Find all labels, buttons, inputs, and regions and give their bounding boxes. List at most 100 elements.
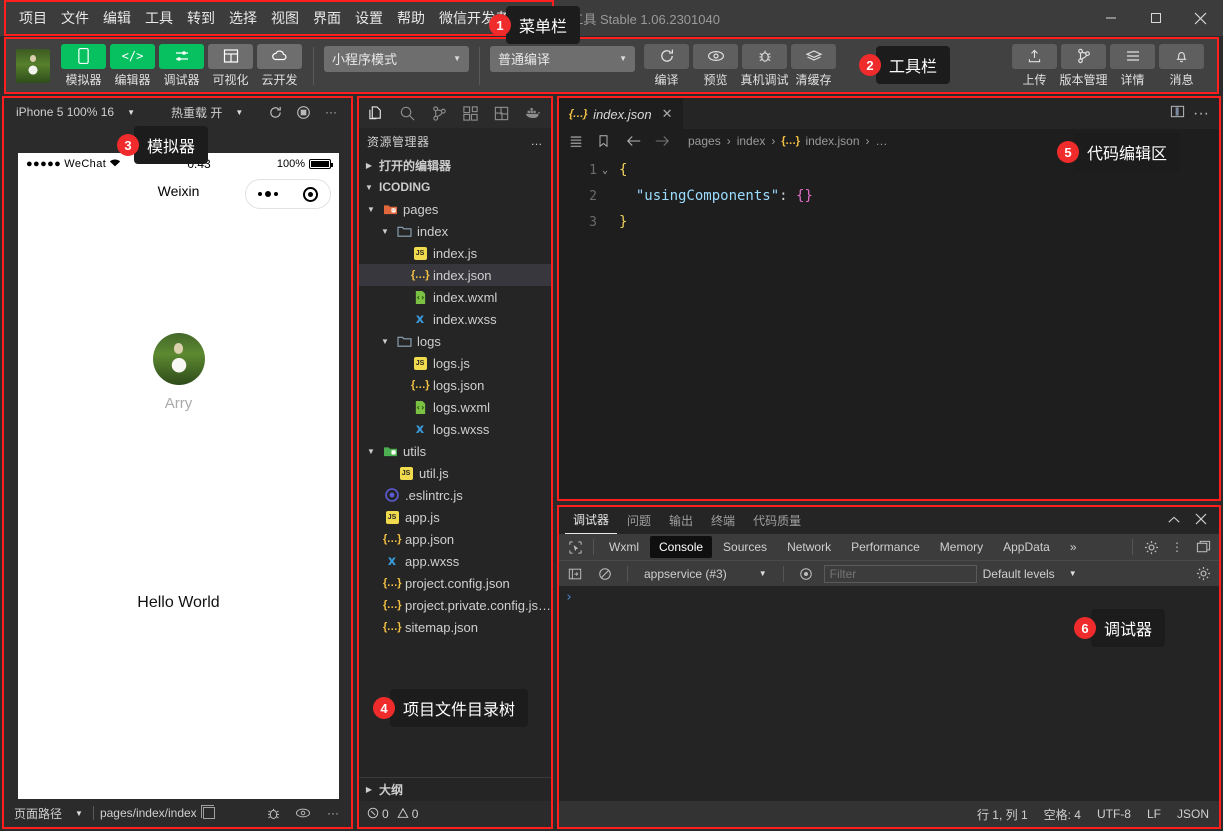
toolbar-action-真机调试[interactable]: 真机调试 — [741, 44, 788, 88]
devtools-overflow[interactable]: » — [1061, 536, 1086, 558]
hot-reload-toggle[interactable]: 热重载 开 ▼ — [167, 102, 247, 123]
devtools-tab-memory[interactable]: Memory — [931, 536, 992, 558]
tree-file-index.wxss[interactable]: xindex.wxss — [359, 308, 551, 330]
tree-file-util.js[interactable]: JSutil.js — [359, 462, 551, 484]
tree-file-app.wxss[interactable]: xapp.wxss — [359, 550, 551, 572]
compile-select[interactable]: 普通编译 ▼ — [490, 46, 635, 72]
source-control-icon[interactable] — [424, 99, 455, 127]
devtools-tab-wxml[interactable]: Wxml — [600, 536, 648, 558]
toolbar-button-模拟器[interactable]: 模拟器 — [60, 44, 107, 88]
status-item[interactable]: UTF-8 — [1097, 807, 1131, 821]
menu-item-4[interactable]: 转到 — [180, 7, 222, 29]
menu-item-8[interactable]: 设置 — [348, 7, 390, 29]
project-root-section[interactable]: ▼ ICODING — [359, 176, 551, 198]
tree-file-index.json[interactable]: {…}index.json — [359, 264, 551, 286]
close-icon[interactable] — [1195, 513, 1207, 528]
error-count[interactable]: 0 — [367, 807, 389, 822]
breadcrumb-index[interactable]: index — [737, 134, 766, 148]
tree-file-index.wxml[interactable]: index.wxml — [359, 286, 551, 308]
toolbar-right-版本管理[interactable]: 版本管理 — [1060, 44, 1107, 88]
tree-file-app.js[interactable]: JSapp.js — [359, 506, 551, 528]
tree-folder-logs[interactable]: ▼logs — [359, 330, 551, 352]
maximize-button[interactable] — [1133, 0, 1178, 36]
close-button[interactable] — [1178, 0, 1223, 36]
menu-item-5[interactable]: 选择 — [222, 7, 264, 29]
record-icon[interactable] — [291, 101, 315, 123]
panel-tab-调试器[interactable]: 调试器 — [565, 507, 617, 534]
extensions-icon[interactable] — [455, 99, 486, 127]
devtools-tab-performance[interactable]: Performance — [842, 536, 929, 558]
list-icon[interactable] — [569, 134, 583, 148]
gear-icon[interactable] — [1139, 536, 1163, 558]
editor-tab-index-json[interactable]: {…} index.json ✕ — [559, 98, 683, 129]
explorer-more-icon[interactable]: … — [531, 134, 544, 148]
more-icon[interactable]: ··· — [321, 802, 345, 824]
device-select[interactable]: iPhone 5 100% 16 ▼ — [12, 103, 139, 121]
devtools-tab-sources[interactable]: Sources — [714, 536, 776, 558]
status-item[interactable]: LF — [1147, 807, 1161, 821]
menu-item-3[interactable]: 工具 — [138, 7, 180, 29]
tree-folder-pages[interactable]: ▼Ppages — [359, 198, 551, 220]
bug-icon[interactable] — [261, 802, 285, 824]
eye-icon[interactable] — [794, 563, 818, 585]
dock-icon[interactable] — [1191, 536, 1215, 558]
project-avatar[interactable] — [16, 49, 50, 83]
tree-folder-index[interactable]: ▼index — [359, 220, 551, 242]
tree-file-sitemap.json[interactable]: {…}sitemap.json — [359, 616, 551, 638]
toolbar-button-可视化[interactable]: 可视化 — [207, 44, 254, 88]
menu-item-7[interactable]: 界面 — [306, 7, 348, 29]
panel-tab-输出[interactable]: 输出 — [661, 508, 701, 534]
more-icon[interactable]: ··· — [1193, 105, 1209, 123]
tree-file-project.private.config.js…[interactable]: {…}project.private.config.js… — [359, 594, 551, 616]
tree-folder-utils[interactable]: ▼utils — [359, 440, 551, 462]
toolbar-button-云开发[interactable]: 云开发 — [256, 44, 303, 88]
status-item[interactable]: JSON — [1177, 807, 1209, 821]
tree-file-app.json[interactable]: {…}app.json — [359, 528, 551, 550]
search-icon[interactable] — [392, 99, 423, 127]
split-editor-icon[interactable] — [1170, 104, 1185, 124]
menu-item-6[interactable]: 视图 — [264, 7, 306, 29]
toolbar-right-上传[interactable]: 上传 — [1011, 44, 1058, 88]
devtools-tab-console[interactable]: Console — [650, 536, 712, 558]
mode-select[interactable]: 小程序模式 ▼ — [324, 46, 469, 72]
breadcrumb-ellipsis[interactable]: … — [876, 134, 888, 148]
gear-icon[interactable] — [1191, 563, 1215, 585]
panel-tab-代码质量[interactable]: 代码质量 — [745, 508, 809, 534]
toolbar-action-预览[interactable]: 预览 — [692, 44, 739, 88]
toolbar-action-编译[interactable]: 编译 — [643, 44, 690, 88]
back-icon[interactable] — [626, 134, 642, 148]
code-line[interactable]: 2 "usingComponents": {} — [559, 183, 1219, 209]
bookmark-icon[interactable] — [597, 134, 610, 148]
warning-count[interactable]: 0 — [397, 807, 419, 822]
console-levels-select[interactable]: Default levels ▼ — [983, 567, 1077, 581]
devtools-tab-network[interactable]: Network — [778, 536, 840, 558]
sidebar-icon[interactable] — [563, 563, 587, 585]
more-dots-icon[interactable] — [258, 191, 278, 197]
status-item[interactable]: 行 1, 列 1 — [977, 806, 1028, 823]
fold-icon[interactable]: ⌄ — [597, 165, 613, 176]
minimize-button[interactable] — [1088, 0, 1133, 36]
capsule-button[interactable] — [245, 179, 331, 209]
tree-file-project.config.json[interactable]: {…}project.config.json — [359, 572, 551, 594]
files-icon[interactable] — [361, 99, 392, 127]
tree-file-logs.wxml[interactable]: logs.wxml — [359, 396, 551, 418]
devtools-tab-appdata[interactable]: AppData — [994, 536, 1059, 558]
copy-icon[interactable] — [203, 807, 215, 819]
toolbar-right-消息[interactable]: 消息 — [1158, 44, 1205, 88]
toolbar-button-调试器[interactable]: 调试器 — [158, 44, 205, 88]
clear-console-icon[interactable] — [593, 563, 617, 585]
tree-file-index.js[interactable]: JSindex.js — [359, 242, 551, 264]
panel-tab-终端[interactable]: 终端 — [703, 508, 743, 534]
menu-item-2[interactable]: 编辑 — [96, 7, 138, 29]
outline-section[interactable]: ▶ 大纲 — [359, 777, 551, 801]
menu-item-0[interactable]: 项目 — [12, 7, 54, 29]
breadcrumb-file[interactable]: index.json — [805, 134, 859, 148]
close-target-icon[interactable] — [303, 187, 318, 202]
code-line[interactable]: 3} — [559, 209, 1219, 235]
panel-tab-问题[interactable]: 问题 — [619, 508, 659, 534]
forward-icon[interactable] — [654, 134, 670, 148]
more-icon[interactable]: ··· — [319, 101, 343, 123]
toolbar-button-编辑器[interactable]: </>编辑器 — [109, 44, 156, 88]
eye-icon[interactable] — [291, 802, 315, 824]
menu-item-9[interactable]: 帮助 — [390, 7, 432, 29]
